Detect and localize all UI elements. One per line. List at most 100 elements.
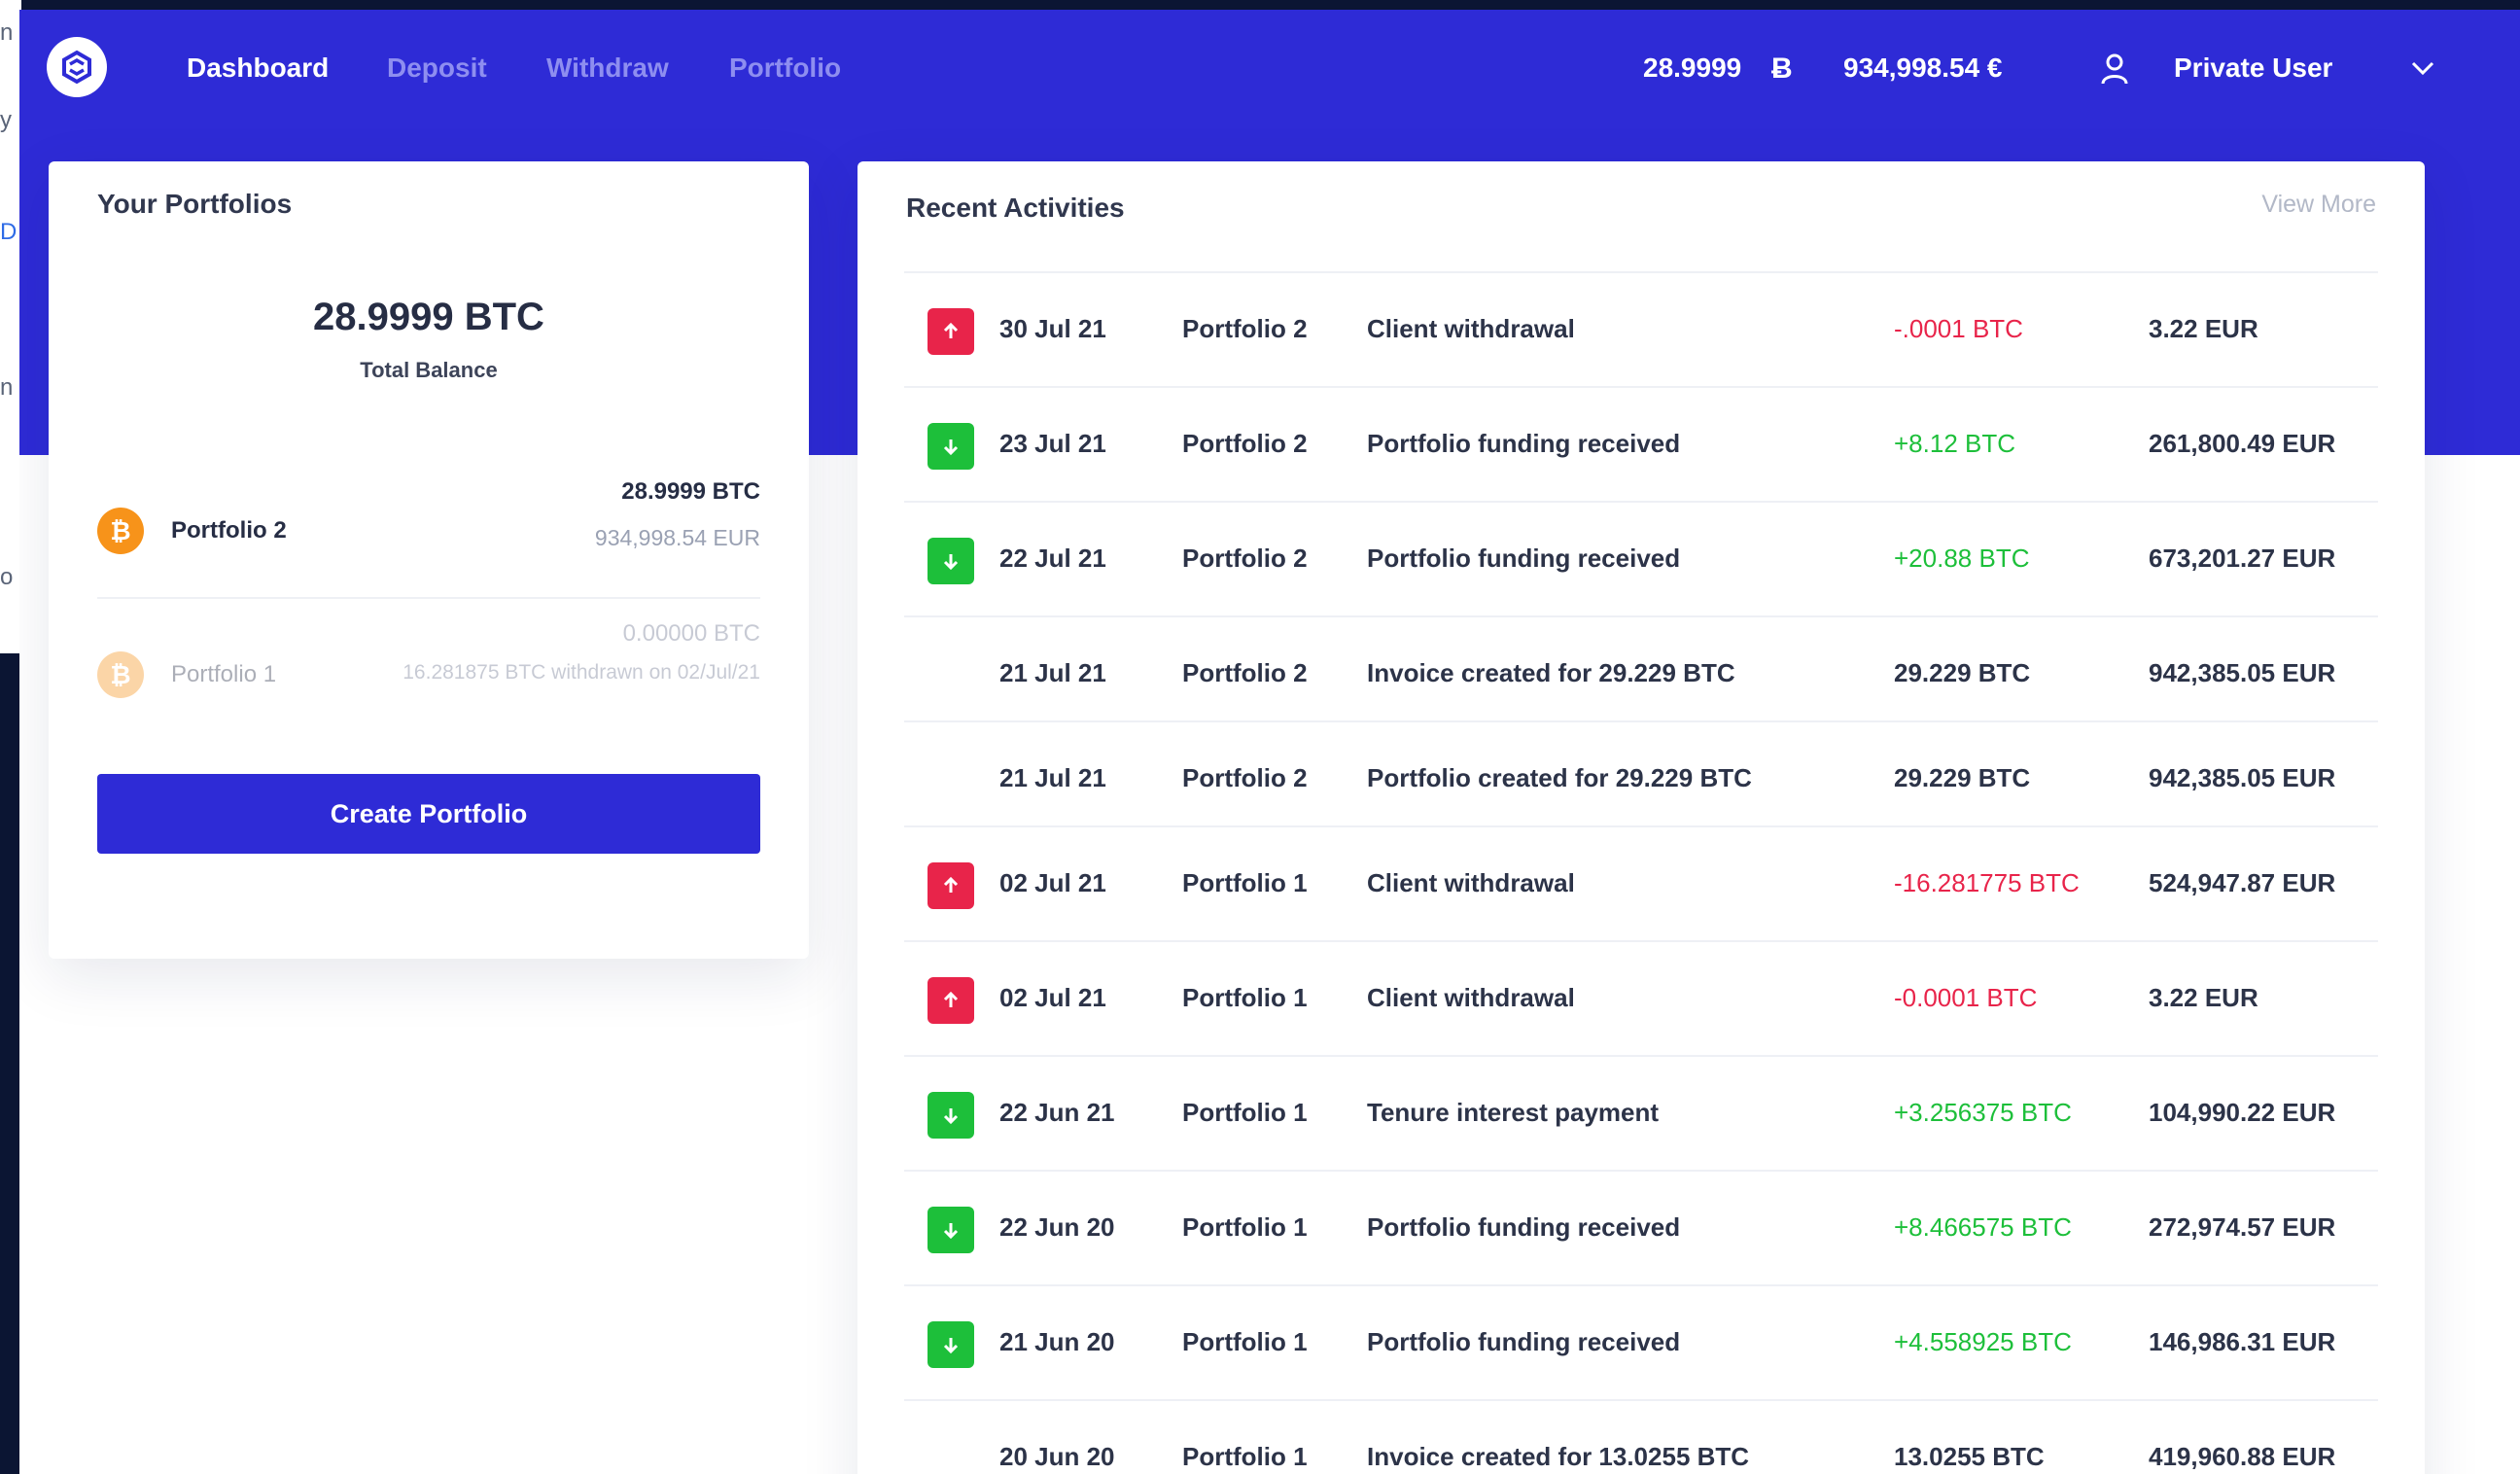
activity-description: Portfolio funding received — [1367, 1212, 1681, 1242]
activity-amount: -16.281775 BTC — [1894, 868, 2080, 897]
portfolio-btc: 28.9999 BTC — [621, 478, 760, 505]
background-page-edge: n y D n o — [0, 0, 21, 653]
activities-title: Recent Activities — [906, 193, 1125, 223]
activity-amount: -0.0001 BTC — [1894, 983, 2038, 1012]
brand-logo-icon[interactable] — [47, 37, 107, 97]
divider — [904, 1055, 2378, 1057]
activity-amount: 29.229 BTC — [1894, 763, 2031, 792]
portfolio-item-2[interactable]: ₿ Portfolio 2 28.9999 BTC 934,998.54 EUR — [97, 474, 760, 591]
activity-description: Invoice created for 29.229 BTC — [1367, 658, 1735, 687]
divider — [904, 501, 2378, 503]
portfolios-title: Your Portfolios — [97, 189, 293, 219]
activity-portfolio: Portfolio 2 — [1182, 429, 1308, 458]
arrow-down-icon — [928, 423, 974, 470]
activity-portfolio: Portfolio 1 — [1182, 1327, 1308, 1356]
activity-date: 02 Jul 21 — [999, 983, 1106, 1012]
view-more-link[interactable]: View More — [2261, 191, 2376, 219]
activity-description: Invoice created for 13.0255 BTC — [1367, 1442, 1750, 1471]
divider — [97, 597, 760, 599]
portfolio-name: Portfolio 1 — [171, 661, 277, 687]
activity-row[interactable]: 02 Jul 21 Portfolio 1 Client withdrawal -0.… — [904, 940, 2378, 1055]
background-window-bar — [1964, 0, 2460, 10]
activity-date: 02 Jul 21 — [999, 868, 1106, 897]
header-btc-balance: 28.9999 — [1643, 53, 1742, 83]
activity-date: 21 Jun 20 — [999, 1327, 1115, 1356]
activity-eur-value: 261,800.49 EUR — [2149, 429, 2336, 458]
activity-date: 23 Jul 21 — [999, 429, 1106, 458]
activity-row[interactable]: 21 Jun 20 Portfolio 1 Portfolio funding re… — [904, 1284, 2378, 1399]
portfolio-item-1[interactable]: ₿ Portfolio 1 0.00000 BTC 16.281875 BTC … — [97, 618, 760, 735]
activity-row[interactable]: 02 Jul 21 Portfolio 1 Client withdrawal -16… — [904, 825, 2378, 940]
arrow-down-icon — [928, 1092, 974, 1139]
user-name[interactable]: Private User — [2174, 53, 2332, 84]
activity-row[interactable]: 22 Jul 21 Portfolio 2 Portfolio funding re… — [904, 501, 2378, 615]
divider — [904, 615, 2378, 617]
activity-description: Portfolio funding received — [1367, 1327, 1681, 1356]
arrow-down-icon — [928, 538, 974, 584]
activity-portfolio: Portfolio 1 — [1182, 1212, 1308, 1242]
activity-row[interactable]: 22 Jun 20 Portfolio 1 Portfolio funding re… — [904, 1170, 2378, 1284]
recent-activities-card: Recent Activities View More 30 Jul 21 Por… — [858, 161, 2425, 1474]
activity-amount: +8.466575 BTC — [1894, 1212, 2072, 1242]
activity-description: Tenure interest payment — [1367, 1098, 1660, 1127]
activity-row[interactable]: 23 Jul 21 Portfolio 2 Portfolio funding re… — [904, 386, 2378, 501]
activity-eur-value: 104,990.22 EUR — [2149, 1098, 2336, 1127]
bitcoin-icon: Ƀ — [1771, 53, 1793, 85]
portfolio-name: Portfolio 2 — [171, 517, 287, 544]
activity-description: Portfolio funding received — [1367, 544, 1681, 573]
bitcoin-coin-icon: ₿ — [97, 508, 144, 554]
total-balance-label: Total Balance — [360, 358, 498, 382]
activity-portfolio: Portfolio 1 — [1182, 983, 1308, 1012]
activity-description: Portfolio created for 29.229 BTC — [1367, 763, 1752, 792]
divider — [904, 825, 2378, 827]
user-icon[interactable] — [2100, 53, 2129, 86]
arrow-up-icon — [928, 862, 974, 909]
create-portfolio-button[interactable]: Create Portfolio — [97, 774, 760, 854]
divider — [904, 386, 2378, 388]
portfolio-btc: 0.00000 BTC — [622, 620, 760, 647]
activity-amount: -.0001 BTC — [1894, 314, 2023, 343]
divider — [904, 1399, 2378, 1401]
activity-row[interactable]: 30 Jul 21 Portfolio 2 Client withdrawal -.0… — [904, 271, 2378, 386]
activity-eur-value: 942,385.05 EUR — [2149, 763, 2336, 792]
header-eur-balance: 934,998.54 € — [1843, 53, 2003, 83]
activity-amount: +20.88 BTC — [1894, 544, 2030, 573]
bitcoin-coin-icon: ₿ — [97, 651, 144, 698]
nav-dashboard[interactable]: Dashboard — [187, 53, 329, 84]
divider — [904, 720, 2378, 722]
activity-amount: +4.558925 BTC — [1894, 1327, 2072, 1356]
activity-portfolio: Portfolio 2 — [1182, 763, 1308, 792]
activity-eur-value: 146,986.31 EUR — [2149, 1327, 2336, 1356]
activity-date: 22 Jul 21 — [999, 544, 1106, 573]
activity-portfolio: Portfolio 2 — [1182, 314, 1308, 343]
activity-amount: 29.229 BTC — [1894, 658, 2031, 687]
activity-eur-value: 272,974.57 EUR — [2149, 1212, 2336, 1242]
activity-row[interactable]: 21 Jul 21 Portfolio 2 Invoice created for … — [904, 615, 2378, 730]
activity-row[interactable]: 22 Jun 21 Portfolio 1 Tenure interest paym… — [904, 1055, 2378, 1170]
activity-description: Client withdrawal — [1367, 983, 1575, 1012]
activity-eur-value: 942,385.05 EUR — [2149, 658, 2336, 687]
activity-amount: +8.12 BTC — [1894, 429, 2016, 458]
nav-portfolio[interactable]: Portfolio — [729, 53, 841, 84]
divider — [904, 271, 2378, 273]
activity-date: 22 Jun 20 — [999, 1212, 1115, 1242]
divider — [904, 940, 2378, 942]
activity-row[interactable]: 20 Jun 20 Portfolio 1 Invoice created for … — [904, 1399, 2378, 1474]
top-navigation-bar: Dashboard Deposit Withdraw Portfolio 28.… — [19, 10, 2520, 136]
portfolios-card: Your Portfolios 28.9999 BTC Total Balanc… — [49, 161, 809, 959]
divider — [904, 1284, 2378, 1286]
nav-withdraw[interactable]: Withdraw — [546, 53, 669, 84]
arrow-up-icon — [928, 977, 974, 1024]
activity-amount: +3.256375 BTC — [1894, 1098, 2072, 1127]
portfolio-eur: 934,998.54 EUR — [594, 525, 760, 550]
activity-date: 22 Jun 21 — [999, 1098, 1115, 1127]
nav-deposit[interactable]: Deposit — [387, 53, 487, 84]
chevron-down-icon[interactable] — [2409, 58, 2436, 78]
activity-eur-value: 3.22 EUR — [2149, 983, 2258, 1012]
activity-row[interactable]: 21 Jul 21 Portfolio 2 Portfolio created fo… — [904, 720, 2378, 835]
arrow-up-icon — [928, 308, 974, 355]
activity-amount: 13.0255 BTC — [1894, 1442, 2045, 1471]
activity-portfolio: Portfolio 2 — [1182, 658, 1308, 687]
activity-date: 21 Jul 21 — [999, 658, 1106, 687]
activity-description: Client withdrawal — [1367, 314, 1575, 343]
